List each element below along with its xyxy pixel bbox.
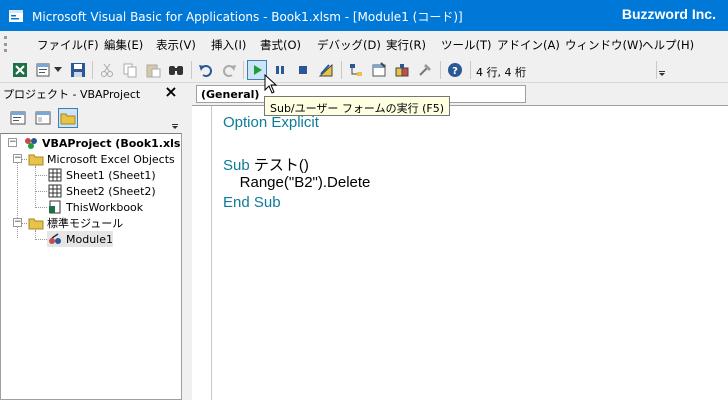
cursor-position-status: 4 行, 4 桁 xyxy=(476,66,526,79)
folder-icon xyxy=(28,216,44,230)
cut-icon[interactable] xyxy=(97,60,117,80)
find-icon[interactable] xyxy=(166,60,186,80)
collapse-toggle[interactable]: − xyxy=(8,138,17,147)
vba-project-icon xyxy=(23,136,39,150)
tree-item-label: Sheet2 (Sheet2) xyxy=(66,184,156,198)
project-pane-title: プロジェクト - VBAProject xyxy=(3,88,141,101)
view-object-icon[interactable] xyxy=(33,108,53,128)
menu-run[interactable]: 実行(R) xyxy=(386,37,426,53)
code-line-end-sub[interactable]: End Sub xyxy=(223,194,281,211)
brand-label: Buzzword Inc. xyxy=(621,6,716,22)
object-browser-icon[interactable] xyxy=(392,60,412,80)
sheet-icon xyxy=(47,184,63,198)
code-line-sub-header[interactable]: Sub テスト() xyxy=(223,154,309,175)
menu-grip[interactable] xyxy=(4,36,7,52)
menu-window[interactable]: ウィンドウ(W) xyxy=(565,37,643,53)
pane-splitter[interactable] xyxy=(182,83,192,400)
code-editor[interactable]: Option Explicit Sub テスト() Range("B2").De… xyxy=(192,105,728,400)
tree-item-excel-objects[interactable]: Microsoft Excel Objects xyxy=(28,151,175,167)
properties-icon[interactable] xyxy=(369,60,389,80)
standard-toolbar: ? 4 行, 4 桁 xyxy=(0,57,728,83)
menu-file[interactable]: ファイル(F) xyxy=(37,37,99,53)
project-explorer-icon[interactable] xyxy=(346,60,366,80)
tree-item-label: VBAProject (Book1.xlsm) xyxy=(42,136,182,150)
menu-view[interactable]: 表示(V) xyxy=(156,37,196,53)
toggle-folders-icon[interactable] xyxy=(58,108,78,128)
toolbar-overflow[interactable] xyxy=(656,61,666,79)
tree-item-module1[interactable]: Module1 xyxy=(47,231,113,247)
toolbar-separator xyxy=(243,61,244,79)
toolbar-separator xyxy=(191,61,192,79)
menu-help[interactable]: ヘルプ(H) xyxy=(642,37,694,53)
folder-icon xyxy=(28,152,44,166)
tree-line xyxy=(35,166,36,208)
redo-icon[interactable] xyxy=(219,60,239,80)
collapse-toggle[interactable]: − xyxy=(13,154,22,163)
tree-item-label: Microsoft Excel Objects xyxy=(47,152,175,166)
tree-line xyxy=(35,239,47,240)
paste-icon[interactable] xyxy=(143,60,163,80)
tree-item-sheet2[interactable]: Sheet2 (Sheet2) xyxy=(47,183,156,199)
tree-item-vbaproject[interactable]: VBAProject (Book1.xlsm) xyxy=(23,135,182,151)
tree-item-label: 標準モジュール xyxy=(47,217,124,230)
object-combo-value: (General) xyxy=(201,88,260,101)
tree-line xyxy=(35,207,47,208)
toolbar-separator xyxy=(92,61,93,79)
toolbox-icon[interactable] xyxy=(415,60,435,80)
menu-edit[interactable]: 編集(E) xyxy=(104,37,143,53)
tree-item-label: Module1 xyxy=(66,232,113,246)
insert-module-icon[interactable] xyxy=(33,60,53,80)
toolbar-separator xyxy=(440,61,441,79)
sheet-icon xyxy=(47,168,63,182)
tree-item-label: ThisWorkbook xyxy=(66,200,144,214)
tree-line xyxy=(35,191,47,192)
undo-icon[interactable] xyxy=(196,60,216,80)
view-code-icon[interactable] xyxy=(8,108,28,128)
pane-scroll-grip[interactable] xyxy=(170,117,182,131)
tree-line xyxy=(35,175,47,176)
save-icon[interactable] xyxy=(68,60,88,80)
toolbar-separator xyxy=(470,61,471,79)
tree-item-thisworkbook[interactable]: ThisWorkbook xyxy=(47,199,143,215)
indicator-margin[interactable] xyxy=(192,106,212,400)
close-icon[interactable]: × xyxy=(163,84,179,101)
collapse-toggle[interactable]: − xyxy=(13,218,22,227)
code-line-range-delete[interactable]: Range("B2").Delete xyxy=(223,174,371,191)
menu-debug[interactable]: デバッグ(D) xyxy=(317,37,381,53)
stop-icon[interactable] xyxy=(293,60,313,80)
mouse-pointer-icon xyxy=(264,73,278,94)
project-tree: − − − VBAProject (Book1.xlsm) Microsoft … xyxy=(0,133,182,400)
excel-icon[interactable] xyxy=(10,60,30,80)
project-pane-toolbar xyxy=(0,103,182,133)
menu-tools[interactable]: ツール(T) xyxy=(441,37,492,53)
menu-bar: ファイル(F) 編集(E) 表示(V) 挿入(I) 書式(O) デバッグ(D) … xyxy=(0,31,728,57)
workbook-icon xyxy=(47,200,63,214)
project-pane-header: プロジェクト - VBAProject × xyxy=(0,83,182,103)
menu-format[interactable]: 書式(O) xyxy=(260,37,301,53)
menu-addins[interactable]: アドイン(A) xyxy=(497,37,560,53)
run-tooltip: Sub/ユーザー フォームの実行 (F5) xyxy=(264,96,450,116)
menu-insert[interactable]: 挿入(I) xyxy=(211,37,246,53)
vba-app-icon xyxy=(8,8,24,24)
dropdown-arrow-icon[interactable] xyxy=(52,60,64,80)
toolbar-separator xyxy=(341,61,342,79)
window-title: Microsoft Visual Basic for Applications … xyxy=(32,10,463,24)
module-icon xyxy=(47,232,63,246)
code-line-option-explicit[interactable]: Option Explicit xyxy=(223,114,319,131)
tree-item-label: Sheet1 (Sheet1) xyxy=(66,168,156,182)
design-mode-icon[interactable] xyxy=(316,60,336,80)
tree-item-standard-modules[interactable]: 標準モジュール xyxy=(28,215,123,231)
svg-text:?: ? xyxy=(452,66,458,77)
help-icon[interactable]: ? xyxy=(445,60,465,80)
tree-item-sheet1[interactable]: Sheet1 (Sheet1) xyxy=(47,167,156,183)
copy-icon[interactable] xyxy=(120,60,140,80)
title-bar: Microsoft Visual Basic for Applications … xyxy=(0,0,728,31)
